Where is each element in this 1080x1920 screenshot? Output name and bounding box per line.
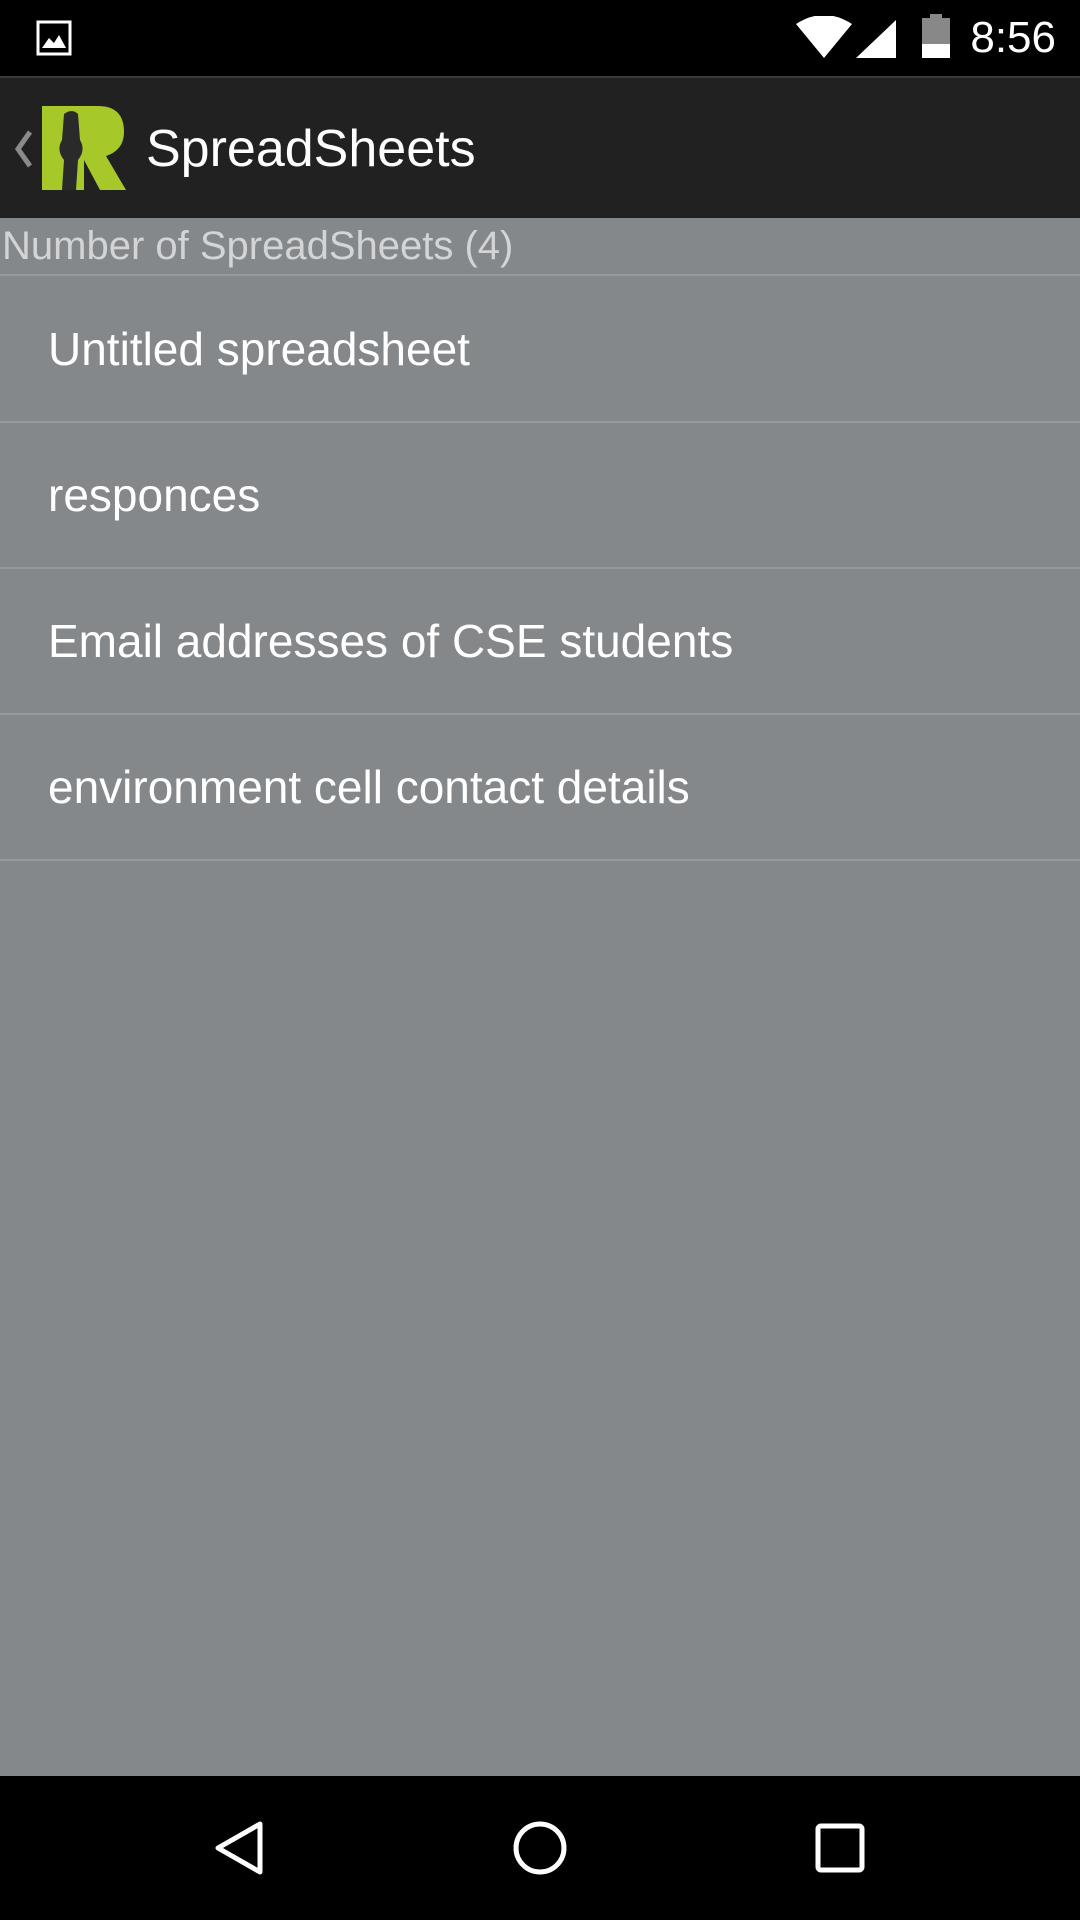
signal-icon: [856, 20, 896, 58]
recents-icon[interactable]: [804, 1812, 876, 1884]
spreadsheet-item[interactable]: Email addresses of CSE students: [0, 569, 1080, 715]
back-icon[interactable]: [204, 1812, 276, 1884]
status-bar: 8:56: [0, 0, 1080, 76]
spreadsheet-item[interactable]: Untitled spreadsheet: [0, 277, 1080, 423]
navigation-bar: [0, 1776, 1080, 1920]
spreadsheet-count-header: Number of SpreadSheets (4): [0, 218, 1080, 276]
spreadsheet-item[interactable]: responces: [0, 423, 1080, 569]
spreadsheet-item[interactable]: environment cell contact details: [0, 715, 1080, 861]
spreadsheet-list: Untitled spreadsheet responces Email add…: [0, 277, 1080, 861]
home-icon[interactable]: [504, 1812, 576, 1884]
battery-icon: [922, 14, 950, 58]
page-title: SpreadSheets: [146, 120, 476, 178]
gallery-icon: [36, 20, 72, 56]
status-clock: 8:56: [970, 13, 1056, 62]
up-caret-icon[interactable]: [10, 128, 36, 170]
wifi-icon: [796, 16, 852, 58]
action-bar: SpreadSheets: [0, 76, 1080, 218]
app-logo-icon[interactable]: [42, 106, 126, 190]
